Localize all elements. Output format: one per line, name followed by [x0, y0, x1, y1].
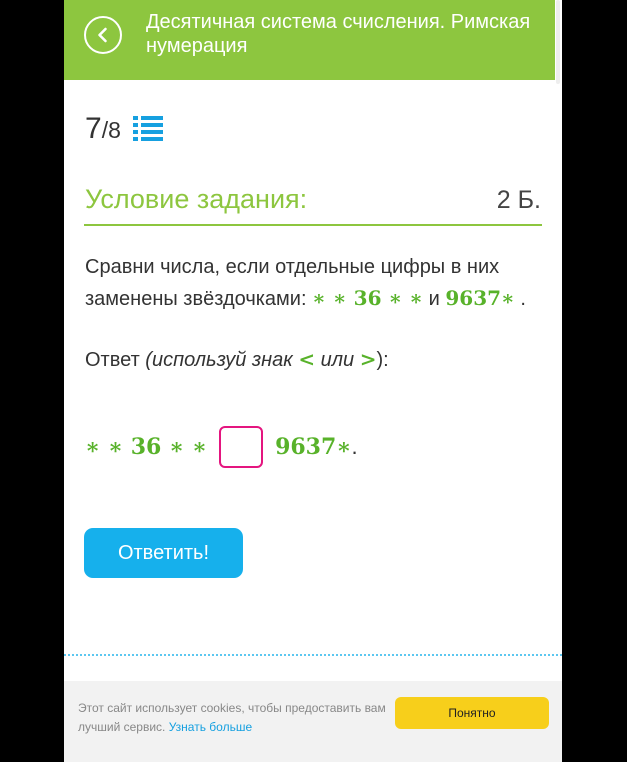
- condition-title: Условие задания:: [85, 184, 308, 214]
- section-divider: [64, 654, 562, 656]
- answer-left-value: ∗ ∗ 36 ∗ ∗: [85, 434, 208, 460]
- list-icon[interactable]: [132, 114, 163, 142]
- cookie-learn-more-link[interactable]: Узнать больше: [169, 720, 252, 734]
- answer-prompt-end: ):: [376, 349, 389, 371]
- total-task-number: 8: [108, 117, 121, 143]
- scrollbar[interactable]: [555, 0, 562, 510]
- task-number-1: ∗ ∗ 36 ∗ ∗: [312, 286, 424, 310]
- condition-divider: [84, 224, 542, 226]
- task-number-2: 9637∗: [445, 286, 515, 310]
- sign-greater: >: [359, 347, 377, 371]
- header-bar: Десятичная система счисления. Римская ну…: [64, 0, 562, 80]
- chevron-left-icon: [98, 27, 107, 43]
- answer-right-end: .: [351, 434, 358, 459]
- answer-row: ∗ ∗ 36 ∗ ∗ 9637∗.: [85, 424, 358, 470]
- answer-prompt-hint: (используй знак: [145, 349, 299, 371]
- current-task-number: 7: [85, 112, 102, 145]
- answer-prompt: Ответ (используй знак < или >):: [85, 347, 389, 372]
- answer-prompt-or: или: [315, 349, 360, 371]
- back-button[interactable]: [84, 16, 122, 54]
- sign-less: <: [298, 347, 316, 371]
- task-counter: 7 / 8: [85, 110, 163, 146]
- answer-prompt-start: Ответ: [85, 349, 146, 371]
- page-title: Десятичная система счисления. Римская ну…: [146, 11, 531, 57]
- answer-input[interactable]: [219, 426, 264, 468]
- cookie-message: Этот сайт использует cookies, чтобы пред…: [78, 699, 398, 737]
- scrollbar-thumb[interactable]: [556, 0, 560, 84]
- cookie-banner: Этот сайт использует cookies, чтобы пред…: [64, 681, 562, 762]
- task-statement: Сравни числа, если отдельные цифры в них…: [85, 252, 545, 315]
- submit-button[interactable]: Ответить!: [84, 528, 243, 578]
- page: Десятичная система счисления. Римская ну…: [64, 0, 562, 762]
- task-conjunction: и: [428, 288, 446, 310]
- task-text-end: .: [520, 288, 526, 310]
- cookie-accept-button[interactable]: Понятно: [395, 697, 549, 729]
- answer-right-value: 9637∗: [275, 434, 352, 460]
- task-points: 2 Б.: [496, 186, 541, 214]
